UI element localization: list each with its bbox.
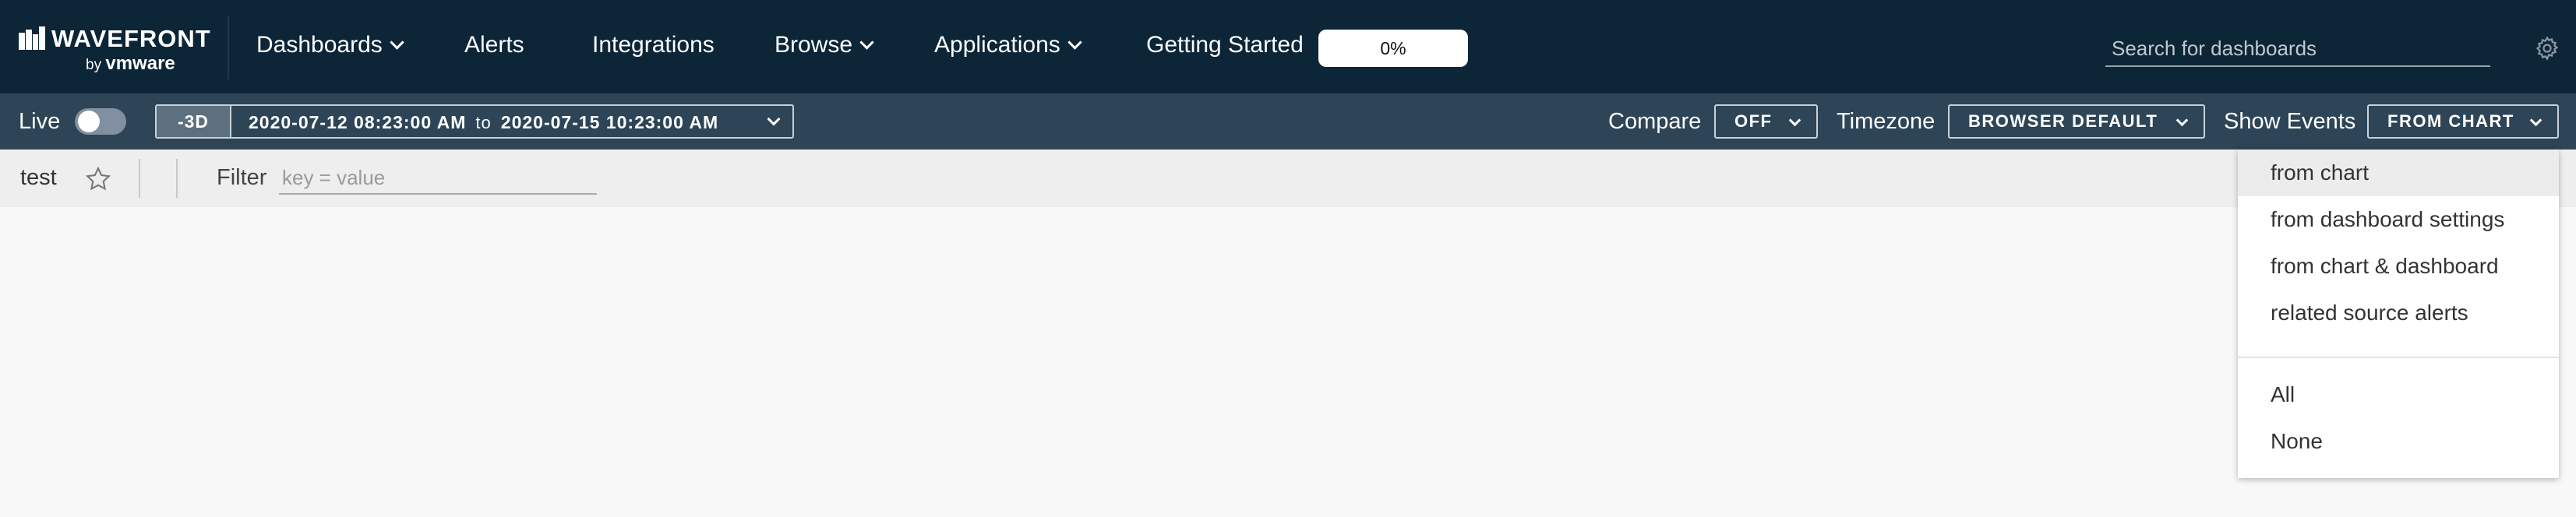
nav-browse[interactable]: Browse: [775, 32, 874, 58]
filter-label: Filter: [217, 165, 267, 190]
show-events-label: Show Events: [2224, 109, 2356, 134]
timezone-value: BROWSER DEFAULT: [1968, 111, 2158, 131]
menu-item-all[interactable]: All: [2238, 371, 2559, 418]
menu-item-none[interactable]: None: [2238, 418, 2559, 465]
nav-alerts[interactable]: Alerts: [464, 32, 524, 58]
show-events-value: FROM CHART: [2387, 111, 2514, 131]
nav-getting-started[interactable]: Getting Started: [1146, 32, 1304, 58]
nav-applications-label: Applications: [934, 32, 1060, 58]
range-preset-button[interactable]: -3D: [157, 106, 231, 137]
dashboard-canvas: [0, 207, 2228, 517]
menu-divider: [2238, 357, 2559, 358]
filter-bar: test Filter: [0, 149, 2576, 207]
timezone-label: Timezone: [1837, 109, 1936, 134]
top-navbar: WAVEFRONT by vmware Dashboards Alerts In…: [0, 0, 2576, 93]
brand-by-text: by: [86, 57, 102, 73]
range-to: to: [475, 113, 492, 132]
menu-item-from-dashboard-settings[interactable]: from dashboard settings: [2238, 196, 2559, 243]
menu-item-from-chart-and-dashboard[interactable]: from chart & dashboard: [2238, 243, 2559, 290]
gear-icon[interactable]: [2534, 35, 2560, 62]
search-input[interactable]: [2105, 31, 2490, 67]
nav-browse-label: Browse: [775, 32, 853, 58]
nav-dashboards-label: Dashboards: [256, 32, 383, 58]
dashboard-toolbar: Live -3D 2020-07-12 08:23:00 AM to 2020-07…: [0, 93, 2576, 149]
chevron-down-icon: [859, 35, 874, 50]
brand-byline: by vmware: [86, 53, 175, 75]
compare-label: Compare: [1608, 109, 1702, 134]
chevron-down-icon: [767, 112, 781, 126]
time-range-picker[interactable]: -3D 2020-07-12 08:23:00 AM to 2020-07-15 1…: [155, 104, 794, 139]
progress-text: 0%: [1380, 38, 1406, 58]
brand-name: WAVEFRONT: [51, 25, 211, 52]
getting-started-progress[interactable]: 0%: [1318, 30, 1468, 67]
nav-alerts-label: Alerts: [464, 32, 524, 58]
live-toggle[interactable]: [75, 108, 126, 135]
chevron-down-icon: [2175, 114, 2189, 127]
nav-getting-started-label: Getting Started: [1146, 32, 1304, 58]
compare-dropdown[interactable]: OFF: [1714, 104, 1818, 139]
show-events-menu: from chart from dashboard settings from …: [2238, 149, 2559, 478]
menu-item-related-source-alerts[interactable]: related source alerts: [2238, 290, 2559, 336]
filter-divider: [139, 159, 140, 198]
menu-item-from-chart[interactable]: from chart: [2238, 149, 2559, 196]
dashboard-title: test: [20, 165, 57, 190]
chevron-down-icon: [2529, 114, 2542, 127]
compare-value: OFF: [1734, 111, 1773, 131]
show-events-dropdown[interactable]: FROM CHART: [2367, 104, 2559, 139]
chevron-down-icon: [1067, 35, 1082, 50]
wavefront-logo-icon: [19, 26, 45, 50]
nav-applications[interactable]: Applications: [934, 32, 1082, 58]
filter-divider: [176, 159, 178, 198]
nav-integrations[interactable]: Integrations: [592, 32, 715, 58]
time-range-text: 2020-07-12 08:23:00 AM to 2020-07-15 10:23…: [249, 112, 718, 133]
live-label: Live: [19, 109, 61, 134]
nav-dashboards[interactable]: Dashboards: [256, 32, 404, 58]
chevron-down-icon: [390, 35, 404, 50]
brand-vendor: vmware: [105, 53, 175, 74]
nav-integrations-label: Integrations: [592, 32, 715, 58]
filter-input[interactable]: [279, 162, 597, 195]
chevron-down-icon: [1788, 114, 1801, 127]
nav-divider: [228, 16, 229, 79]
live-toggle-knob: [78, 111, 100, 132]
timezone-dropdown[interactable]: BROWSER DEFAULT: [1948, 104, 2205, 139]
star-icon[interactable]: [84, 165, 112, 193]
range-end: 2020-07-15 10:23:00 AM: [500, 112, 719, 132]
range-start: 2020-07-12 08:23:00 AM: [249, 112, 467, 132]
